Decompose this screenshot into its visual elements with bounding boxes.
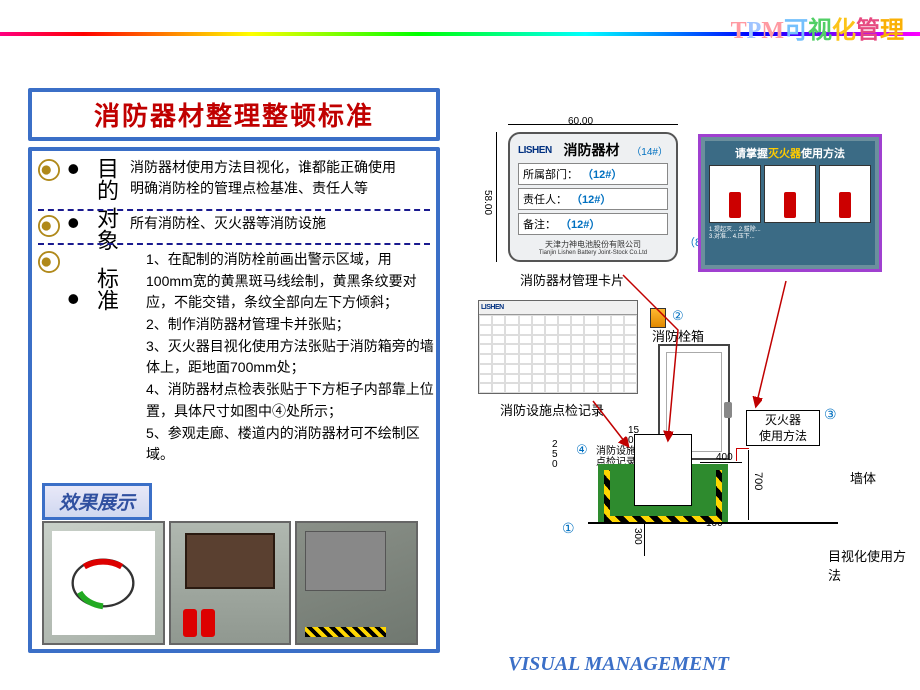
standards-panel: 消防器材整理整顿标准 • • • 目的 对象 标准 消防器材使用方法目视化，谁都… [28,88,440,648]
marker-1: ① [562,520,575,537]
lishen-logo: LISHEN [481,304,504,311]
standard-row: 1、在配制的消防栓前画出警示区域，用100mm宽的黄黑斑马线绘制，黄黑条纹要对应… [32,249,436,466]
usage-title: 请掌握灭火器使用方法 [709,145,871,161]
lishen-logo: LISHEN [518,145,552,156]
usage-footer: 1.提起灭... 2.拔除... 3.对准... 4.压下... [709,227,871,241]
panel-content: • • • 目的 对象 标准 消防器材使用方法目视化，谁都能正确使用 明确消防栓… [28,147,440,653]
panel-title-box: 消防器材整理整顿标准 [28,88,440,141]
extinguisher-icon [183,609,197,637]
panel-title: 消防器材整理整顿标准 [40,96,428,133]
footer-text: VISUAL MANAGEMENT [508,653,729,676]
effect-title-box: 效果展示 [42,483,152,520]
bullet-icon [38,215,60,237]
target-row: 所有消防栓、灭火器等消防设施 [32,213,436,237]
usage-step [709,165,761,223]
std-item: 1、在配制的消防栓前画出警示区域，用100mm宽的黄黑斑马线绘制，黄黑条纹要对应… [146,249,436,314]
effect-title: 效果展示 [59,488,135,515]
separator [38,209,430,211]
std-item: 5、参观走廊、楼道内的消防器材可不绘制区域。 [146,423,436,466]
arrow-icon [746,276,826,416]
tpm-header: TPM可视化管理 [731,10,904,45]
inspection-sheet: LISHEN [478,300,638,394]
font-marker: （14#） [631,143,668,158]
corner-photo [295,521,418,645]
dim-line [644,522,645,556]
std-item: 4、消防器材点检表张贴于下方柜子内部靠上位置，具体尺寸如图中④处所示； [146,379,436,422]
dim-line [496,132,497,262]
dim-400: 400 [716,452,733,463]
cabinet-photo [169,521,292,645]
card-row: 所属部门：（12#） [518,163,668,185]
bullet-icon [38,159,60,181]
hazard-zone [598,464,728,522]
arrow-icon [588,396,638,456]
bullet-icon [38,251,60,273]
card-row: 备注：（12#） [518,213,668,235]
dim-60: 60.00 [568,116,593,127]
caption-visual: 目视化使用方法 [828,546,908,584]
usage-poster-photo: 请掌握灭火器使用方法 1.提起灭... 2.拔除... 3.对准... 4.压下… [698,134,882,272]
dim-250: 250 [552,440,558,470]
usage-step [819,165,871,223]
target-text: 所有消防栓、灭火器等消防设施 [130,213,326,234]
standards-list: 1、在配制的消防栓前画出警示区域，用100mm宽的黄黑斑马线绘制，黄黑条纹要对应… [130,249,436,466]
caption-card: 消防器材管理卡片 [520,270,624,289]
std-item: 3、灭火器目视化使用方法张贴于消防箱旁的墙体上，距地面700mm处； [146,336,436,379]
gauge-icon [52,531,155,635]
card-title: 消防器材 [563,140,619,160]
usage-step [764,165,816,223]
management-card: LISHEN 消防器材 （14#） 所属部门：（12#） 责任人：（12#） 备… [508,132,678,262]
dim-300: 300 [632,528,643,545]
sheet-grid [479,315,637,393]
std-item: 2、制作消防器材管理卡并张贴； [146,314,436,336]
floor-line [588,522,838,524]
extinguisher-icon [201,609,215,637]
card-footer: 天津力神电池股份有限公司 Tianjin Lishen Battery Join… [518,239,668,256]
purpose-text: 消防器材使用方法目视化，谁都能正确使用 明确消防栓的管理点检基准、责任人等 [130,157,396,199]
separator [38,243,430,245]
dim-700: 700 [752,472,764,490]
card-row: 责任人：（12#） [518,188,668,210]
dim-58: 58.00 [482,190,493,215]
caption-wall: 墙体 [850,468,876,487]
diagram-panel: 60.00 58.00 LISHEN 消防器材 （14#） 所属部门：（12#）… [468,110,908,630]
gauge-photo [42,521,165,645]
purpose-row: 消防器材使用方法目视化，谁都能正确使用 明确消防栓的管理点检基准、责任人等 [32,157,436,199]
dim-line [748,450,749,520]
example-photos [42,521,418,645]
marker-4: ④ [576,442,588,458]
